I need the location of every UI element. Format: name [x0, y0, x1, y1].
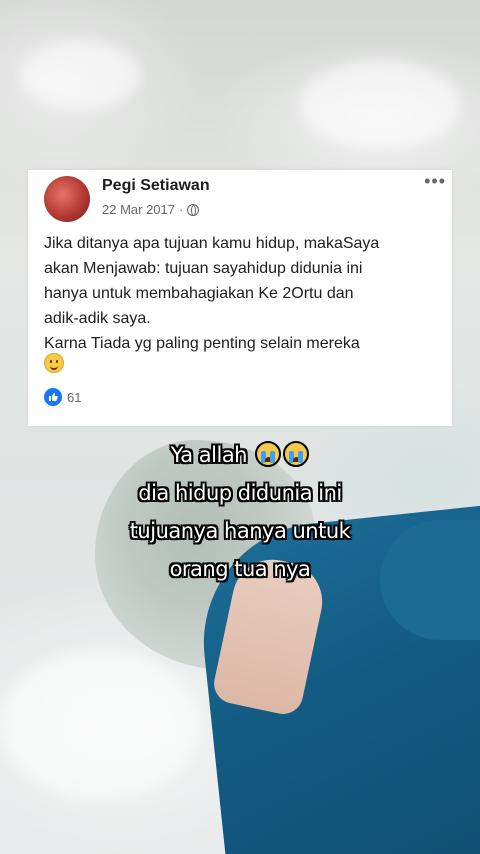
video-caption: Ya allah dia hidup didunia ini tujuanya …: [0, 436, 480, 588]
loudly-crying-face-icon: [283, 441, 310, 467]
caption-line-2: dia hidup didunia ini: [138, 481, 342, 505]
meta-separator: ·: [179, 202, 184, 217]
reactions-bar[interactable]: 61: [44, 388, 81, 406]
like-icon: [44, 388, 62, 406]
author-name[interactable]: Pegi Setiawan: [102, 177, 210, 195]
caption-text: Ya allah: [170, 443, 248, 467]
avatar[interactable]: [44, 176, 90, 222]
smiling-face-icon: [44, 353, 64, 373]
post-meta: 22 Mar 2017 ·: [102, 202, 200, 217]
caption-line-4: orang tua nya: [169, 557, 311, 581]
caption-line-1: Ya allah: [0, 436, 480, 474]
post-text-line: hanya untuk membahagiakan Ke 2Ortu dan: [44, 285, 354, 302]
globe-icon: [187, 203, 200, 216]
loudly-crying-face-icon: [255, 441, 282, 467]
post-text: Jika ditanya apa tujuan kamu hidup, maka…: [44, 231, 444, 356]
post-text-line: akan Menjawab: tujuan sayahidup didunia …: [44, 260, 363, 277]
background-photo: [0, 0, 480, 854]
post-text-line: adik-adik saya.: [44, 310, 151, 327]
more-options-icon[interactable]: •••: [424, 172, 446, 190]
post-date[interactable]: 22 Mar 2017: [102, 202, 175, 217]
facebook-post-card: Pegi Setiawan 22 Mar 2017 · ••• Jika dit…: [28, 170, 452, 426]
post-text-line: Jika ditanya apa tujuan kamu hidup, maka…: [44, 235, 380, 252]
like-count: 61: [67, 389, 82, 405]
post-text-line: Karna Tiada yg paling penting selain mer…: [44, 335, 360, 352]
caption-line-3: tujuanya hanya untuk: [129, 519, 351, 543]
